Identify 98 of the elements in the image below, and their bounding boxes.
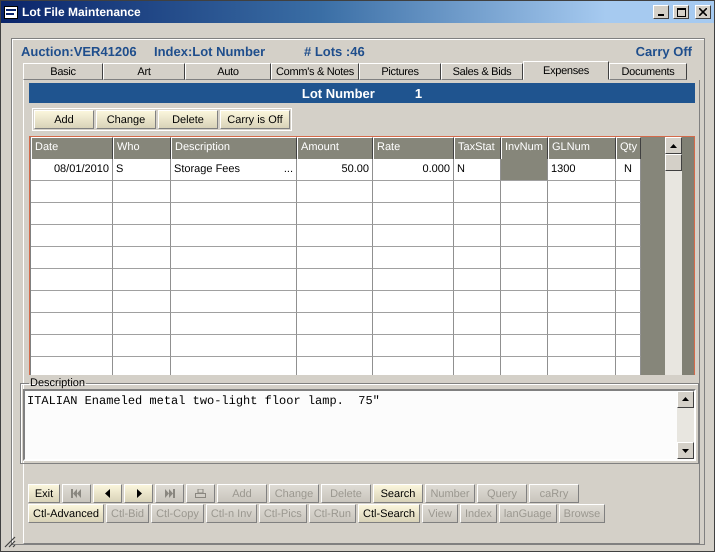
tab[interactable]: Documents — [609, 63, 687, 80]
empty-cell — [113, 247, 171, 269]
empty-cell — [548, 291, 616, 313]
column-header[interactable]: Amount — [297, 137, 373, 160]
scroll-thumb[interactable] — [665, 154, 682, 171]
scroll-up-button[interactable] — [677, 391, 694, 408]
action-button[interactable]: Ctl-Advanced — [28, 504, 104, 523]
empty-cell — [501, 335, 548, 357]
printer-icon — [195, 488, 206, 498]
empty-cell — [113, 203, 171, 225]
scroll-up-button[interactable] — [665, 137, 682, 154]
app-icon — [4, 6, 18, 18]
tab[interactable]: Auto — [185, 63, 271, 80]
column-header[interactable]: GLNum — [548, 137, 616, 160]
arrow-icon — [682, 396, 689, 403]
arrow-icon — [670, 142, 677, 149]
empty-cell — [454, 313, 501, 335]
empty-cell — [501, 203, 548, 225]
window-title: Lot File Maintenance — [22, 5, 142, 19]
empty-cell — [501, 181, 548, 203]
table-cell: 08/01/2010 — [31, 159, 113, 181]
close-icon — [699, 8, 707, 16]
skip-back-icon — [71, 489, 82, 498]
empty-cell — [113, 313, 171, 335]
scrollbar[interactable] — [665, 137, 682, 375]
auction-label: Auction:VER41206 — [21, 44, 138, 59]
index-label: Index:Lot Number — [154, 44, 266, 59]
empty-cell — [113, 269, 171, 291]
empty-cell — [501, 291, 548, 313]
empty-cell — [454, 247, 501, 269]
lot-number-value: 1 — [414, 86, 422, 100]
tab[interactable]: Art — [103, 63, 185, 80]
table-cell: Storage Fees ... — [171, 159, 297, 181]
group-label: Description — [29, 377, 86, 389]
empty-cell — [113, 335, 171, 357]
empty-cell — [113, 181, 171, 203]
empty-cell — [501, 247, 548, 269]
table-cell: 0.000 — [373, 159, 454, 181]
empty-cell — [454, 181, 501, 203]
action-button[interactable]: Exit — [28, 484, 60, 503]
scrollbar[interactable] — [677, 391, 694, 459]
column-header[interactable]: Description — [171, 137, 297, 160]
table-cell: 1300 — [548, 159, 616, 181]
arrow-icon — [682, 447, 689, 454]
tab[interactable]: Sales & Bids — [441, 63, 523, 80]
column-header[interactable]: Who — [113, 137, 171, 160]
tab[interactable]: Expenses — [523, 61, 609, 80]
toolbar-button[interactable]: Carry is Off — [220, 110, 290, 129]
table-cell: N — [454, 159, 501, 181]
empty-cell — [548, 225, 616, 247]
action-button[interactable]: Search — [373, 484, 423, 503]
empty-cell — [548, 203, 616, 225]
toolbar-button[interactable]: Delete — [158, 110, 218, 129]
toolbar-button[interactable]: Change — [96, 110, 156, 129]
empty-cell — [501, 269, 548, 291]
tab[interactable]: Pictures — [359, 63, 441, 80]
tab[interactable]: Basic — [23, 63, 103, 80]
empty-cell — [548, 247, 616, 269]
empty-cell — [501, 313, 548, 335]
skip-forward-icon — [164, 489, 175, 498]
previous-icon — [104, 489, 110, 498]
empty-cell — [454, 269, 501, 291]
table-cell: N — [616, 159, 641, 181]
resize-grip-icon[interactable] — [4, 536, 16, 548]
next-icon — [136, 489, 142, 498]
maximize-icon — [676, 8, 686, 16]
empty-cell — [548, 181, 616, 203]
empty-cell — [454, 225, 501, 247]
toolbar-button[interactable]: Add — [34, 110, 94, 129]
empty-cell — [454, 335, 501, 357]
empty-cell — [501, 225, 548, 247]
empty-cell — [548, 269, 616, 291]
table-cell: 50.00 — [297, 159, 373, 181]
nav-button[interactable] — [93, 484, 122, 503]
scroll-down-button[interactable] — [677, 442, 694, 459]
ellipsis-button[interactable]: ... — [284, 163, 293, 180]
column-header[interactable]: InvNum — [501, 137, 548, 160]
maximize-button[interactable] — [673, 5, 689, 19]
empty-cell — [113, 225, 171, 247]
action-button[interactable]: Ctl-Search — [358, 504, 420, 523]
empty-cell — [548, 335, 616, 357]
minimize-button[interactable] — [653, 5, 669, 19]
column-header[interactable]: Rate — [373, 137, 454, 160]
column-header[interactable]: Qty — [616, 137, 641, 160]
empty-cell — [548, 313, 616, 335]
table-cell: S — [113, 159, 171, 181]
description-field[interactable]: ITALIAN Enameled metal two-light floor lamp. 75" — [23, 389, 696, 461]
nav-button[interactable] — [124, 484, 153, 503]
carry-status: Carry Off — [634, 44, 692, 59]
tab[interactable]: Comm's & Notes — [271, 63, 359, 80]
column-header[interactable]: Date — [31, 137, 113, 160]
empty-cell — [454, 291, 501, 313]
column-header[interactable]: TaxStat — [454, 137, 501, 160]
lots-count: # Lots :46 — [304, 44, 366, 59]
lot-number-label: Lot Number — [302, 86, 375, 100]
empty-cell — [454, 203, 501, 225]
close-button[interactable] — [695, 5, 711, 19]
empty-cell — [113, 291, 171, 313]
